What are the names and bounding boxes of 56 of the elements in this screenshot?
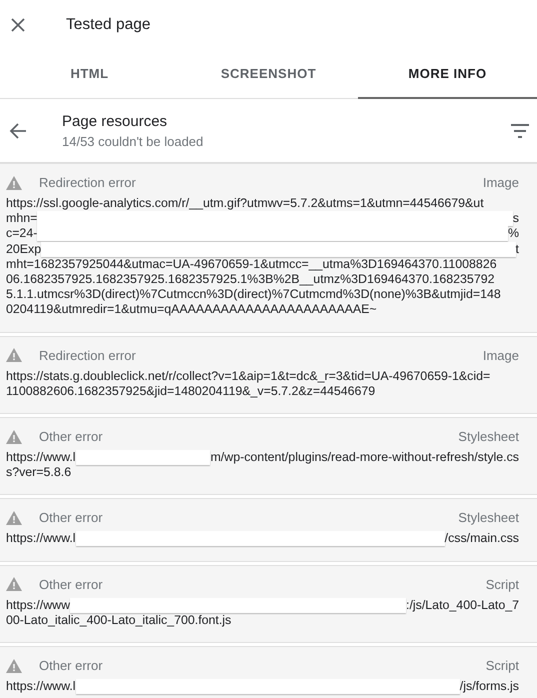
- tab[interactable]: MORE INFO: [358, 50, 537, 99]
- warning-icon: [6, 658, 22, 673]
- resource-type: Image: [482, 175, 519, 190]
- warning-icon: [6, 577, 22, 592]
- warning-icon: [6, 430, 22, 444]
- url-text: https://www.l: [6, 531, 76, 547]
- error-label: Redirection error: [39, 348, 137, 363]
- filter-icon[interactable]: [511, 124, 529, 138]
- resource-type: Stylesheet: [458, 510, 519, 526]
- dialog-title: Tested page: [66, 16, 150, 34]
- warning-icon: [6, 348, 22, 362]
- url-text: 1100882606.1682357925&jid=1480204119&_v=5.7.2&z=44546679: [6, 384, 376, 400]
- resource-item[interactable]: Redirection error Image https://stats.g.doubleclick.net/r/collect?v=1&aip=1&t=dc&_r=3&tid=UA-49670659-1&cid= 1100882606.1682357925&jid=1480204119&_v=5.7.2&z=44546679: [0, 336, 537, 414]
- url-text: s: [512, 211, 519, 226]
- resource-item[interactable]: Other error Script https://www.l /js/forms.js: [0, 646, 537, 698]
- url-text: %: [508, 226, 519, 242]
- resource-item[interactable]: Other error Stylesheet https://www.l m/wp-content/plugins/read-more-without-refresh/style.cs s?ver=5.8.6: [0, 417, 537, 496]
- error-label: Other error: [39, 429, 104, 444]
- url-text: 0204119&utmredir=1&utmu=qAAAAAAAAAAAAAAAAAAAAAAAE~: [6, 302, 377, 318]
- url-text: s?ver=5.8.6: [6, 465, 72, 480]
- error-label: Other error: [39, 658, 104, 674]
- url-text: m/wp-content/plugins/read-more-without-refresh/style.cs: [210, 450, 519, 466]
- warning-icon: [6, 510, 22, 525]
- url-text: https://www.l: [6, 450, 76, 466]
- url-text: 06.1682357925.1682357925.1682357925.1%3B%2B__utmz%3D169464370.168235792: [6, 272, 494, 288]
- resource-item[interactable]: [0, 163, 537, 333]
- error-label: Redirection error: [39, 175, 137, 190]
- url-text: 20Exp: [6, 242, 42, 257]
- url-text: :/js/Lato_400-Lato_7: [406, 598, 519, 613]
- section-subtitle: 14/53 couldn't be loaded: [62, 134, 204, 148]
- url-text: mht=1682357925044&utmac=UA-49670659-1&utmcc=__utma%3D169464370.11008826: [6, 256, 497, 272]
- error-label: Other error: [39, 510, 104, 526]
- close-icon[interactable]: [10, 17, 26, 33]
- tab[interactable]: SCREENSHOT: [179, 50, 358, 99]
- back-arrow-icon[interactable]: [9, 122, 27, 140]
- url-text: https://www: [6, 598, 70, 613]
- resource-type: Script: [486, 658, 519, 674]
- url-text: https://stats.g.doubleclick.net/r/collect?v=1&aip=1&t=dc&_r=3&tid=UA-49670659-1&cid=: [6, 368, 490, 384]
- url-text: https://www.l: [6, 679, 76, 694]
- url-text: mhn=: [6, 211, 38, 226]
- error-label: Other error: [39, 576, 104, 592]
- resource-item[interactable]: Other error Script https://www :/js/Lato_400-Lato_7 00-Lato_italic_400-Lato_italic_700.font.js: [0, 564, 537, 644]
- url-text: 5.1.1.utmcsr%3D(direct)%7Cutmccn%3D(direct)%7Cutmcmd%3D(none)%3B&utmjid=148: [6, 287, 501, 302]
- resource-type: Script: [486, 576, 519, 592]
- url-text: c=24-: [6, 226, 38, 242]
- warning-icon: [6, 176, 22, 190]
- url-text: 00-Lato_italic_400-Lato_italic_700.font.js: [6, 612, 232, 628]
- resource-type: Stylesheet: [458, 429, 519, 444]
- url-text: https://ssl.google-analytics.com/r/__utm.gif?utmwv=5.7.2&utms=1&utmn=44546679&ut: [6, 196, 484, 212]
- url-text: /css/main.css: [444, 531, 519, 547]
- url-text: /js/forms.js: [460, 679, 519, 694]
- url-text: t: [516, 242, 519, 257]
- resource-type: Image: [482, 348, 519, 363]
- section-title: Page resources: [62, 112, 168, 130]
- resource-item[interactable]: Other error Stylesheet https://www.l /css/main.css: [0, 498, 537, 562]
- tab[interactable]: HTML: [0, 50, 179, 99]
